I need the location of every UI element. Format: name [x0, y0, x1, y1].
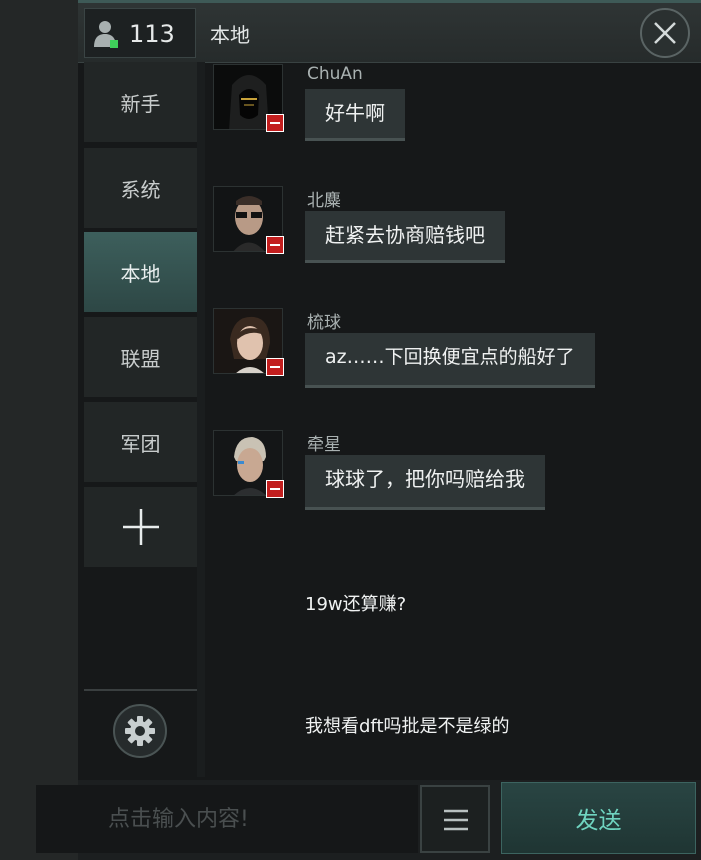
close-icon — [654, 22, 676, 44]
sidebar-divider — [84, 689, 197, 691]
sidebar-item-label: 军团 — [120, 431, 161, 456]
send-button-label: 发送 — [575, 808, 622, 834]
minus-badge-icon — [266, 236, 284, 254]
sidebar-item-local[interactable]: 本地 — [84, 232, 197, 312]
sender-name: 梳球 — [307, 313, 341, 333]
minus-badge-icon — [266, 480, 284, 498]
menu-button[interactable] — [420, 785, 490, 853]
message-bubble: 球球了，把你吗赔给我 — [305, 455, 545, 510]
message-list: ChuAn 好牛啊 北麋 赶紧去协商赔钱吧 梳球 az……下回换便宜点的船好了 … — [205, 62, 701, 777]
sidebar-item-label: 本地 — [120, 261, 161, 286]
gear-icon — [125, 716, 155, 746]
sidebar-item-newbie[interactable]: 新手 — [84, 62, 197, 142]
menu-icon — [444, 809, 468, 831]
sender-name: 北麋 — [307, 191, 341, 211]
sidebar-item-label: 系统 — [120, 177, 161, 202]
message-input[interactable] — [36, 785, 418, 853]
minus-badge-icon — [266, 114, 284, 132]
sidebar-item-label: 新手 — [120, 91, 161, 116]
header-accent-line — [78, 0, 701, 3]
message-bubble: 赶紧去协商赔钱吧 — [305, 211, 505, 263]
sidebar-item-system[interactable]: 系统 — [84, 148, 197, 228]
settings-button[interactable] — [113, 704, 167, 758]
minus-badge-icon — [266, 358, 284, 376]
sidebar-item-corporation[interactable]: 军团 — [84, 402, 197, 482]
message-text: 我想看dft吗批是不是绿的 — [305, 716, 510, 737]
user-icon — [94, 21, 118, 48]
sidebar-item-label: 联盟 — [120, 346, 161, 371]
message-bubble: az……下回换便宜点的船好了 — [305, 333, 595, 388]
sender-name: ChuAn — [307, 64, 363, 84]
plus-icon — [122, 509, 159, 545]
channel-title: 本地 — [210, 23, 250, 47]
online-count: 113 — [129, 20, 175, 48]
add-channel-button[interactable] — [84, 487, 197, 567]
send-button[interactable]: 发送 — [501, 782, 696, 854]
sidebar-item-alliance[interactable]: 联盟 — [84, 317, 197, 397]
close-button[interactable] — [640, 8, 690, 58]
channel-sidebar: 新手 系统 本地 联盟 军团 — [84, 62, 197, 777]
message-bubble: 好牛啊 — [305, 89, 405, 141]
message-text: 19w还算赚? — [305, 594, 407, 615]
message-input-bar — [36, 785, 418, 853]
sender-name: 牵星 — [307, 435, 341, 455]
sidebar-edge — [197, 62, 205, 777]
left-background-strip — [0, 0, 78, 860]
online-count-box[interactable]: 113 — [84, 8, 196, 58]
